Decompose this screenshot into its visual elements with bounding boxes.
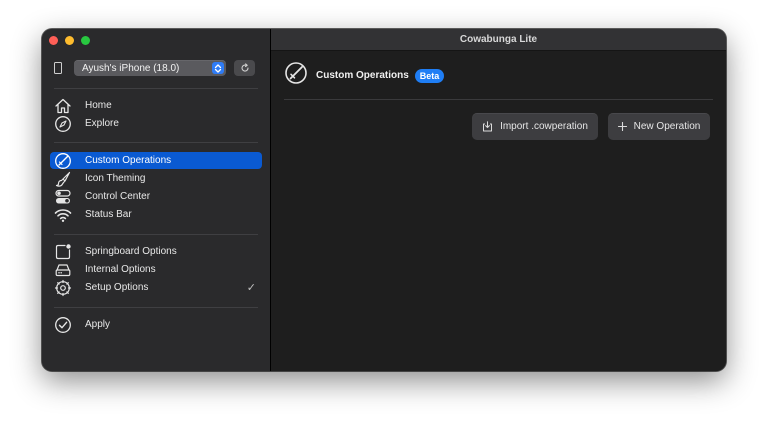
sidebar-divider [54,307,258,308]
house-icon [54,97,72,115]
main-content: Custom Operations Beta Import .cowperati… [271,51,726,371]
zoom-button[interactable] [81,36,90,45]
app-badge-icon [54,243,72,261]
sidebar-item-apply[interactable]: Apply [50,316,262,333]
import-icon [482,121,493,132]
close-button[interactable] [49,36,58,45]
app-window: Ayush's iPhone (18.0) Home Explore Custo… [42,29,726,371]
sidebar-item-label: Explore [85,118,119,129]
sidebar-divider [54,234,258,235]
chevron-up-down-icon [212,62,224,74]
sidebar-item-internal-options[interactable]: Internal Options [50,261,262,278]
sidebar-item-label: Control Center [85,191,151,202]
minimize-button[interactable] [65,36,74,45]
checkmark-icon: ✓ [246,282,256,294]
new-operation-button[interactable]: New Operation [608,113,710,140]
paintbrush-icon [54,170,72,188]
page-title: Custom Operations [316,70,409,81]
iphone-icon [54,62,62,74]
sidebar-divider [54,142,258,143]
sidebar-item-springboard-options[interactable]: Springboard Options [50,243,262,260]
sidebar: Ayush's iPhone (18.0) Home Explore Custo… [42,29,271,371]
sidebar-item-label: Home [85,100,112,111]
sidebar-item-label: Apply [85,319,111,330]
new-operation-button-label: New Operation [633,121,701,132]
gear-icon [54,279,72,297]
sidebar-item-control-center[interactable]: Control Center [50,188,262,205]
sidebar-divider [54,88,258,89]
window-controls [49,36,90,45]
import-button-label: Import .cowperation [500,121,588,132]
device-select[interactable]: Ayush's iPhone (18.0) [74,60,226,76]
plus-icon [617,122,627,131]
title-bar: Cowabunga Lite [271,29,726,51]
refresh-icon [240,63,249,72]
device-select-value: Ayush's iPhone (18.0) [82,62,180,74]
page-header: Custom Operations Beta [284,61,445,90]
window-title: Cowabunga Lite [459,34,538,45]
sidebar-item-label: Setup Options [85,282,149,293]
sidebar-item-setup-options[interactable]: Setup Options ✓ [50,279,262,296]
switches-icon [54,188,72,206]
wifi-icon [54,206,72,224]
refresh-button[interactable] [234,60,255,76]
custom-operations-icon [284,61,308,90]
checkmark-circle-icon [54,316,72,334]
compass-icon [54,115,72,133]
sidebar-item-label: Springboard Options [85,246,177,257]
device-picker-row: Ayush's iPhone (18.0) [54,60,255,76]
sidebar-item-label: Internal Options [85,264,156,275]
beta-badge: Beta [414,68,445,83]
header-divider [284,99,713,100]
internal-drive-icon [54,261,72,279]
sidebar-item-label: Icon Theming [85,173,146,184]
sidebar-item-status-bar[interactable]: Status Bar [50,206,262,223]
custom-operations-icon [54,152,72,170]
import-cowperation-button[interactable]: Import .cowperation [472,113,598,140]
sidebar-item-custom-operations[interactable]: Custom Operations [50,152,262,169]
sidebar-item-explore[interactable]: Explore [50,115,262,132]
sidebar-item-label: Custom Operations [85,155,172,166]
sidebar-item-label: Status Bar [85,209,132,220]
sidebar-item-home[interactable]: Home [50,97,262,114]
sidebar-item-icon-theming[interactable]: Icon Theming [50,170,262,187]
